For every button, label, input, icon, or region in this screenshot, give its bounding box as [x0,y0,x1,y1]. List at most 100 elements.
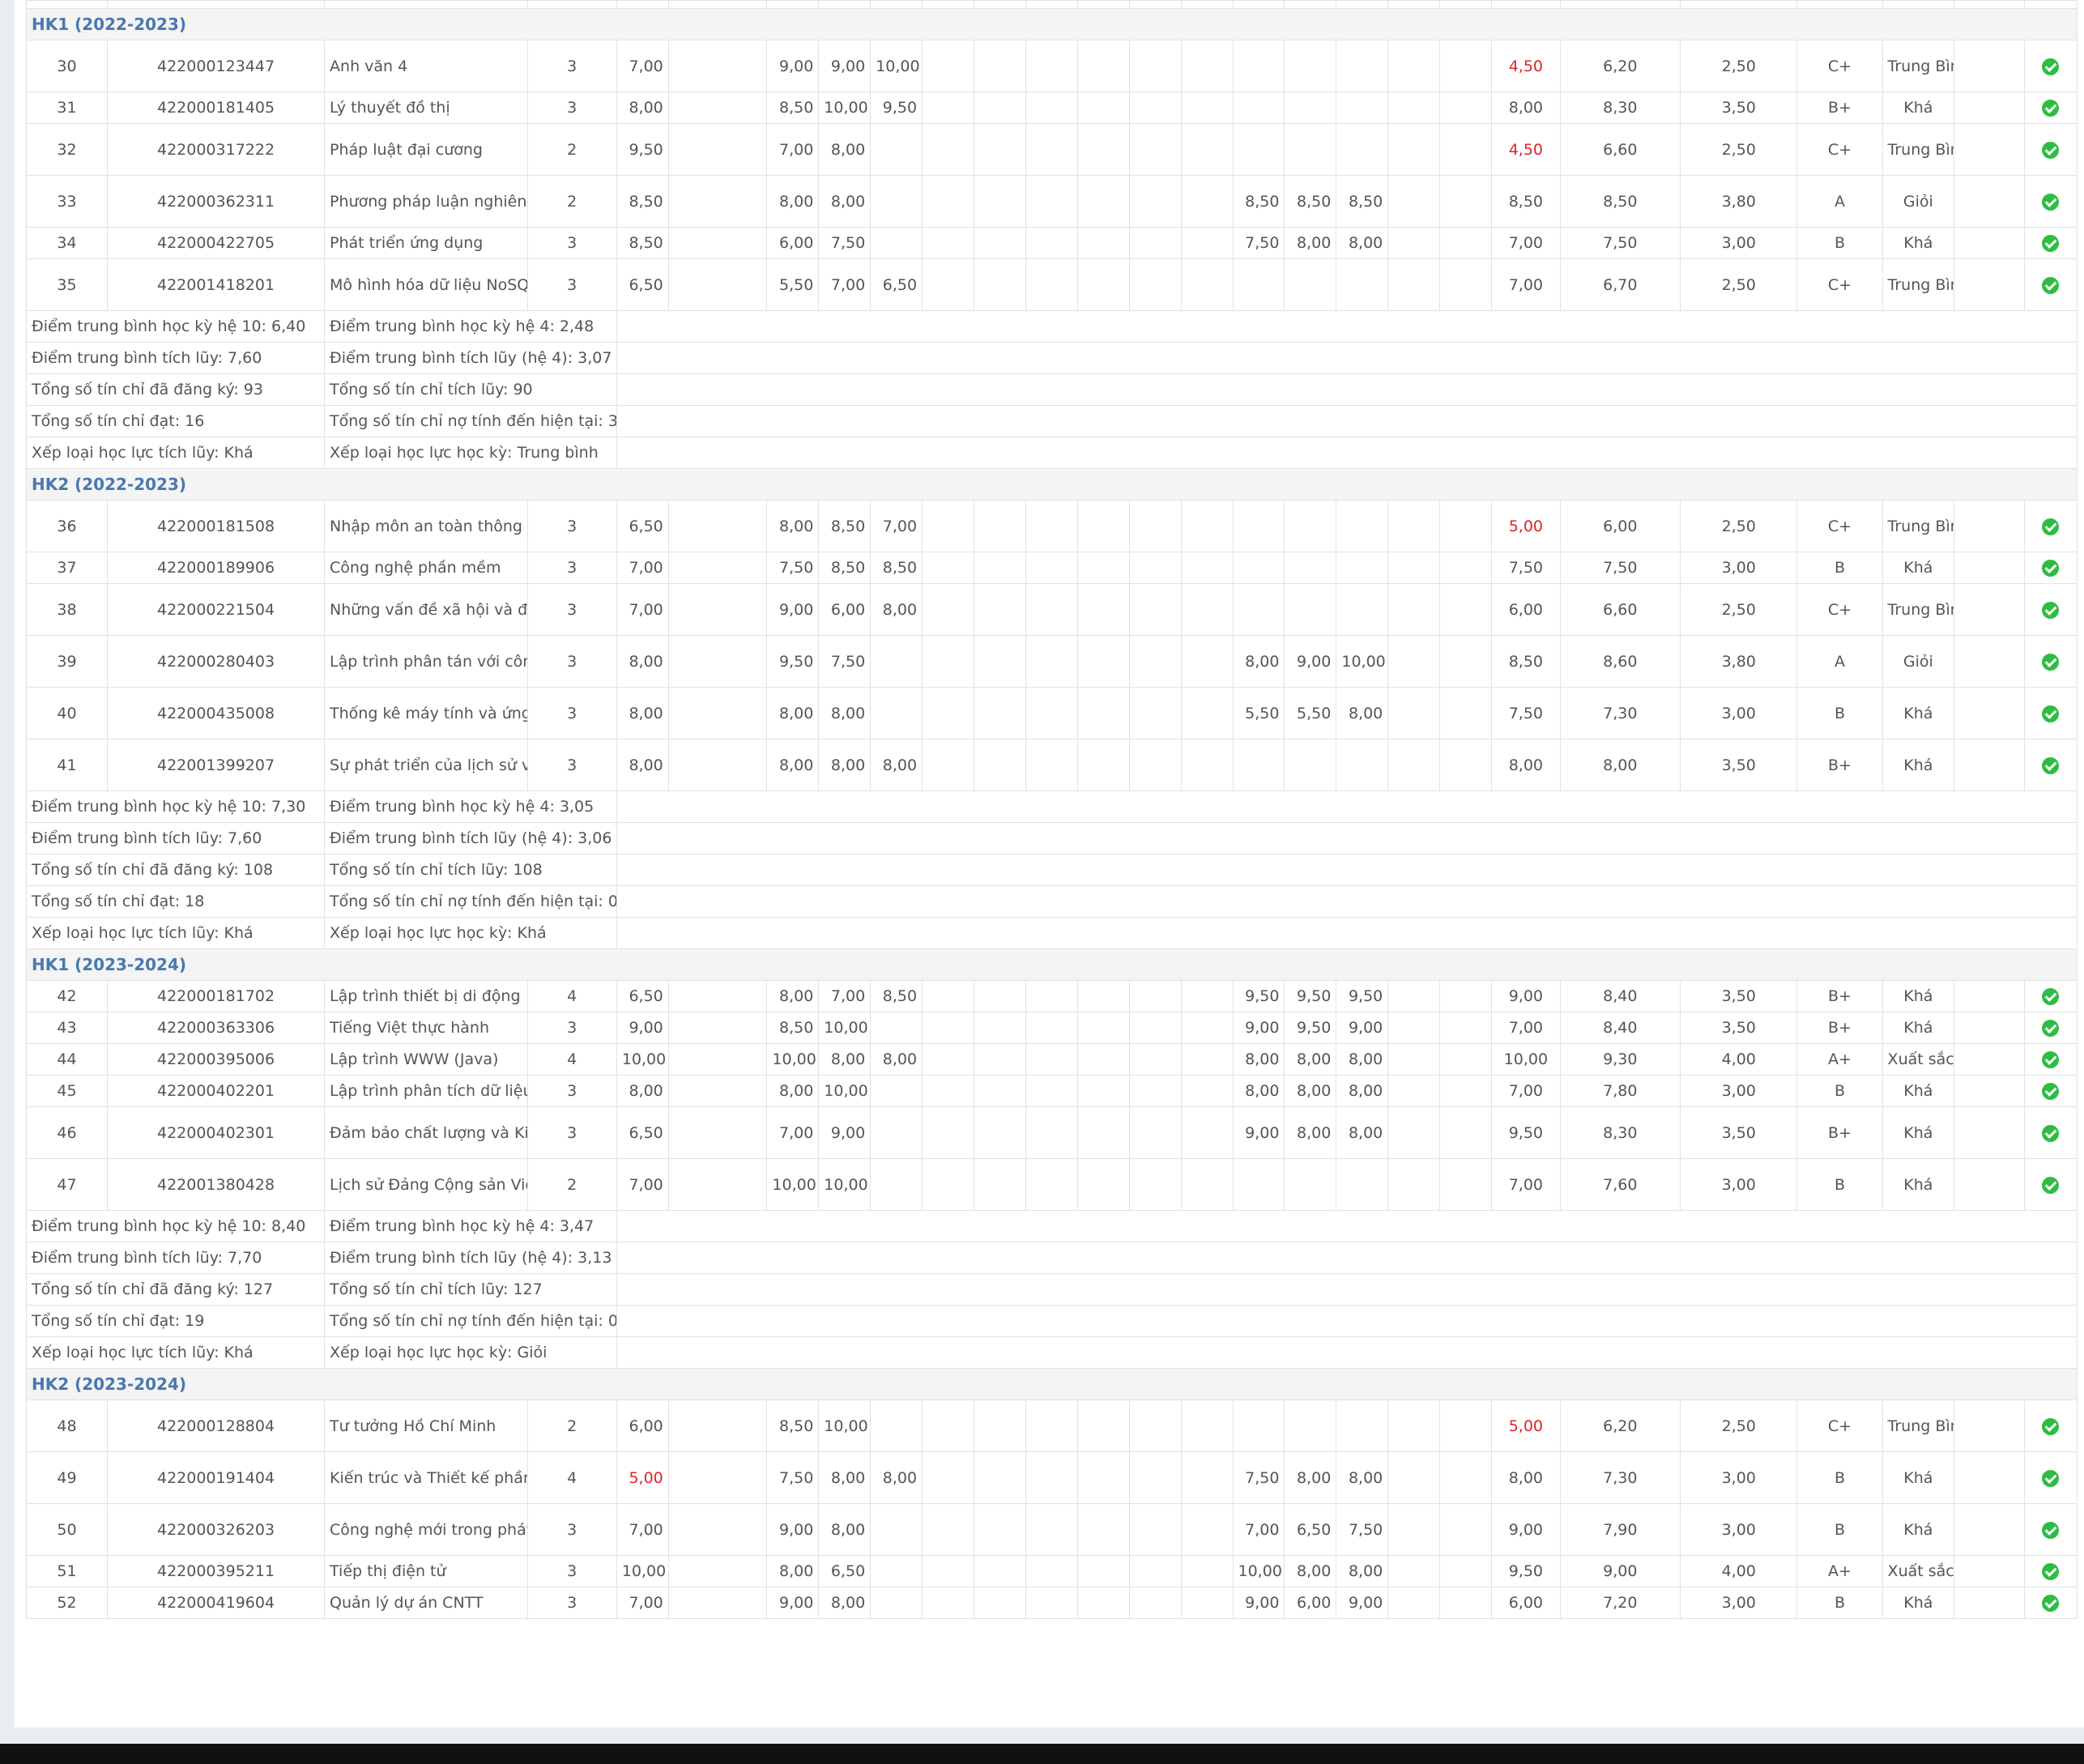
table-cell: 8,00 [1284,1451,1337,1504]
table-cell: 45 [26,1075,108,1107]
table-cell: Khá [1882,1075,1955,1107]
summary-left: Xếp loại học lực tích lũy: Khá [25,437,326,469]
table-cell: 8,00 [1491,1451,1561,1504]
table-cell: 422000395211 [106,1555,326,1587]
semester-title: HK2 (2022-2023) [26,468,2078,501]
semester-header: HK1 (2023-2024) [26,948,2078,981]
check-circle-icon [2042,653,2060,671]
status-cell [2023,552,2078,584]
table-cell: 34 [26,227,108,259]
table-cell: 42 [26,980,108,1012]
table-cell: 3,00 [1680,1451,1798,1504]
table-cell: 10,00 [870,40,923,92]
summary-left: Tổng số tín chỉ đạt: 16 [25,405,326,437]
table-cell: 6,50 [616,258,669,311]
table-cell: Anh văn 4 [324,40,528,92]
table-cell: C+ [1796,123,1883,176]
status-cell [2023,1106,2078,1159]
table-cell: 3,50 [1680,1012,1798,1044]
table-cell: 10,00 [766,1158,820,1211]
table-cell: B [1796,1503,1883,1556]
table-cell: 9,50 [870,92,923,124]
summary-row: Tổng số tín chỉ đã đăng ký: 93 Tổng số tí… [25,373,2078,406]
table-cell: Tiếp thị điện tử [324,1555,528,1587]
course-row: 34 422000422705 Phát triển ứng dụng 3 8,50 6,… [26,227,2078,259]
course-row: 45 422000402201 Lập trình phân tích dữ liệ… [26,1075,2078,1107]
table-cell: 3 [526,92,617,124]
table-cell: 3 [526,1106,617,1159]
table-cell: 9,50 [1491,1106,1561,1159]
table-cell: 48 [26,1400,108,1452]
table-cell: Quản lý dự án CNTT [324,1587,528,1619]
summary-left: Điểm trung bình tích lũy: 7,60 [25,822,326,854]
course-row: 51 422000395211 Tiếp thị điện tử 3 10,00 8,00… [26,1555,2078,1587]
summary-right: Xếp loại học lực học kỳ: Khá [324,917,617,949]
table-cell: 6,50 [616,980,669,1012]
table-cell: 49 [26,1451,108,1504]
table-cell: 422001380428 [106,1158,326,1211]
table-cell: 7,00 [766,1106,820,1159]
table-cell: 3,50 [1680,739,1798,791]
table-cell: 3 [526,500,617,552]
table-cell: 422000221504 [106,583,326,636]
table-cell: Kiến trúc và Thiết kế phần mềm [324,1451,528,1504]
table-cell: 7,00 [616,40,669,92]
table-cell: 10,00 [616,1043,669,1076]
course-row: 42 422000181702 Lập trình thiết bị di động… [26,980,2078,1012]
table-cell: 8,50 [870,980,923,1012]
table-cell: 2 [526,1158,617,1211]
table-cell: 8,40 [1559,980,1681,1012]
table-cell: 7,00 [616,583,669,636]
table-cell: 422000189906 [106,552,326,584]
table-cell: 9,50 [766,635,820,688]
table-cell: B [1796,1158,1883,1211]
table-cell: 2,50 [1680,40,1798,92]
table-cell: 8,00 [818,1043,872,1076]
table-cell: 9,00 [1559,1555,1681,1587]
table-cell: 4,00 [1680,1043,1798,1076]
status-cell [2023,40,2078,92]
table-cell: 7,50 [1559,227,1681,259]
table-cell: Phát triển ứng dụng [324,227,528,259]
table-cell: 9,00 [1232,1012,1285,1044]
table-cell: 7,50 [1336,1503,1389,1556]
table-cell: 422000317222 [106,123,326,176]
table-cell: 7,50 [818,635,872,688]
status-cell [2023,1400,2078,1452]
table-cell: 9,50 [1336,980,1389,1012]
table-cell: 7,00 [1491,258,1561,311]
table-cell: 8,00 [818,123,872,176]
table-cell: 7,00 [616,1158,669,1211]
table-cell: 7,50 [766,552,820,584]
table-cell: 10,00 [616,1555,669,1587]
table-cell: 8,50 [616,227,669,259]
course-row: 39422000280403Lập trình phân tán với côn… [26,635,2078,688]
table-cell: 6,50 [818,1555,872,1587]
table-cell: Giỏi [1882,635,1955,688]
table-cell: A+ [1796,1555,1883,1587]
table-cell: 422000280403 [106,635,326,688]
summary-row: Điểm trung bình học kỳ hệ 10: 6,40 Điểm t… [25,310,2078,343]
table-cell: 422000362311 [106,175,326,228]
check-circle-icon [2042,601,2060,619]
table-cell: 422000402201 [106,1075,326,1107]
check-circle-icon [2042,100,2060,117]
table-cell: 6,00 [1491,1587,1561,1619]
table-cell: 51 [26,1555,108,1587]
summary-left: Xếp loại học lực tích lũy: Khá [25,917,326,949]
table-cell: 6,60 [1559,583,1681,636]
check-circle-icon [2042,988,2060,1005]
table-cell: 6,20 [1559,40,1681,92]
table-cell: 7,00 [616,1503,669,1556]
table-cell: 8,00 [818,739,872,791]
table-cell: 35 [26,258,108,311]
status-cell [2023,635,2078,688]
status-cell [2023,1555,2078,1587]
table-cell: C+ [1796,1400,1883,1452]
table-cell: 7,00 [818,980,872,1012]
table-cell: Tư tưởng Hồ Chí Minh [324,1400,528,1452]
summary-left: Điểm trung bình học kỳ hệ 10: 8,40 [25,1210,326,1242]
table-cell: B+ [1796,980,1883,1012]
table-cell: 422000123447 [106,40,326,92]
table-cell: Tiếng Việt thực hành [324,1012,528,1044]
